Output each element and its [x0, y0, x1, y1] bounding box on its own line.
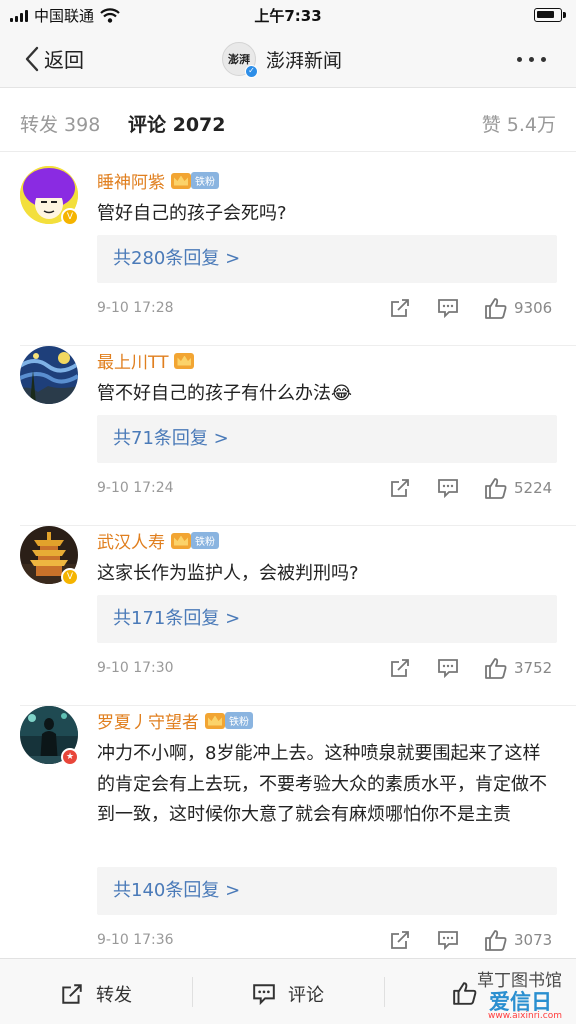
like-button[interactable]: 3752: [484, 657, 552, 679]
comment-icon[interactable]: [437, 477, 459, 499]
crown-icon: [174, 352, 195, 369]
like-count: 9306: [514, 299, 553, 317]
comment-meta: 9-10 17:28 9306: [97, 297, 557, 321]
username[interactable]: 最上川TT: [97, 348, 195, 373]
watermark: 草丁图书馆 爱信日 www.aixinri.com: [466, 966, 570, 1024]
tab-comments[interactable]: 评论 2072: [128, 110, 226, 137]
share-icon: [62, 984, 82, 1004]
clock: 上午7:33: [254, 7, 322, 25]
fan-badge: 铁粉: [191, 172, 219, 189]
thumbs-up-icon: [485, 930, 507, 951]
more-dot-icon: [517, 57, 522, 62]
thumbs-up-icon: [485, 658, 507, 679]
comment-icon[interactable]: [437, 657, 459, 679]
battery-icon: [534, 8, 566, 22]
back-label: 返回: [44, 48, 84, 72]
comment-item: V 武汉人寿 铁粉 这家长作为监护人，会被判刑吗? 共171条回复 > 9-10…: [0, 526, 576, 706]
divider: [192, 977, 193, 1007]
avatar-image: [20, 346, 78, 404]
comment-item: ★ 罗夏丿守望者 铁粉 冲力不小啊，8岁能冲上去。这种喷泉就要围起来了这样的肯定…: [0, 706, 576, 956]
comment-text: 冲力不小啊，8岁能冲上去。这种喷泉就要围起来了这样的肯定会有上去玩，不要考验大众…: [97, 743, 547, 825]
username[interactable]: 睡神阿紫 铁粉: [97, 168, 219, 193]
repost-label: 转发: [96, 985, 132, 1006]
comment-icon[interactable]: [437, 929, 459, 951]
replies-link[interactable]: 共71条回复 >: [97, 415, 557, 463]
comment-date: 9-10 17:28: [97, 300, 174, 316]
comment-date: 9-10 17:36: [97, 932, 174, 948]
replies-link[interactable]: 共171条回复 >: [97, 595, 557, 643]
comment-text: 管不好自己的孩子有什么办法😂: [97, 383, 353, 404]
nav-bar: 返回 澎湃 ✓ 澎湃新闻: [0, 30, 576, 88]
comment-label: 评论: [288, 985, 324, 1006]
thumbs-up-icon: [485, 478, 507, 499]
account-name: 澎湃新闻: [266, 49, 343, 72]
fan-badge: 铁粉: [225, 712, 253, 729]
divider: [384, 977, 385, 1007]
comment-meta: 9-10 17:30 3752: [97, 657, 557, 681]
share-icon[interactable]: [389, 929, 411, 951]
like-button[interactable]: 5224: [484, 477, 552, 499]
comment-meta: 9-10 17:36 3073: [97, 929, 557, 953]
comment-date: 9-10 17:30: [97, 660, 174, 676]
comment-meta: 9-10 17:24 5224: [97, 477, 557, 501]
account-logo: 澎湃 ✓: [222, 42, 258, 78]
more-menu-button[interactable]: [517, 57, 546, 62]
crown-icon: [171, 532, 191, 549]
replies-link[interactable]: 共140条回复 >: [97, 867, 557, 915]
like-count: 3073: [514, 931, 553, 949]
share-icon[interactable]: [389, 297, 411, 319]
like-count: 3752: [514, 659, 553, 677]
share-icon[interactable]: [389, 477, 411, 499]
verified-icon: ✓: [245, 65, 258, 78]
share-icon[interactable]: [389, 657, 411, 679]
like-button[interactable]: 9306: [484, 297, 552, 319]
verified-badge-icon: V: [61, 208, 79, 226]
verified-badge-icon: V: [61, 568, 79, 586]
comment-text: 这家长作为监护人，会被判刑吗?: [97, 563, 359, 584]
comment-text: 管好自己的孩子会死吗?: [97, 203, 287, 224]
repost-button[interactable]: 转发: [60, 981, 132, 1007]
username[interactable]: 罗夏丿守望者 铁粉: [97, 708, 253, 733]
comment-icon: [253, 984, 275, 1006]
thumbs-up-icon: [485, 298, 507, 319]
fan-badge: 铁粉: [191, 532, 219, 549]
back-button[interactable]: 返回: [24, 44, 84, 73]
tab-repost[interactable]: 转发 398: [20, 110, 100, 137]
verified-badge-icon: ★: [61, 748, 79, 766]
like-count: 5224: [514, 479, 553, 497]
comment-item: V 睡神阿紫 铁粉 管好自己的孩子会死吗? 共280条回复 > 9-10 17:…: [0, 166, 576, 346]
replies-link[interactable]: 共280条回复 >: [97, 235, 557, 283]
comment-date: 9-10 17:24: [97, 480, 174, 496]
comment-item: 最上川TT 管不好自己的孩子有什么办法😂 共71条回复 > 9-10 17:24…: [0, 346, 576, 526]
crown-icon: [171, 172, 191, 189]
comment-button[interactable]: 评论: [252, 981, 324, 1007]
watermark-line3: www.aixinri.com: [488, 1011, 562, 1021]
tab-bar: 转发 398 评论 2072 赞 5.4万: [0, 88, 576, 152]
tab-likes[interactable]: 赞 5.4万: [482, 110, 556, 137]
status-bar: 中国联通 上午7:33: [0, 0, 576, 30]
username[interactable]: 武汉人寿 铁粉: [97, 528, 219, 553]
chevron-left-icon: [25, 46, 39, 71]
avatar[interactable]: [20, 346, 78, 404]
like-button[interactable]: 3073: [484, 929, 552, 951]
crown-icon: [205, 712, 225, 729]
account-header[interactable]: 澎湃 ✓ 澎湃新闻: [222, 42, 343, 78]
comment-icon[interactable]: [437, 297, 459, 319]
